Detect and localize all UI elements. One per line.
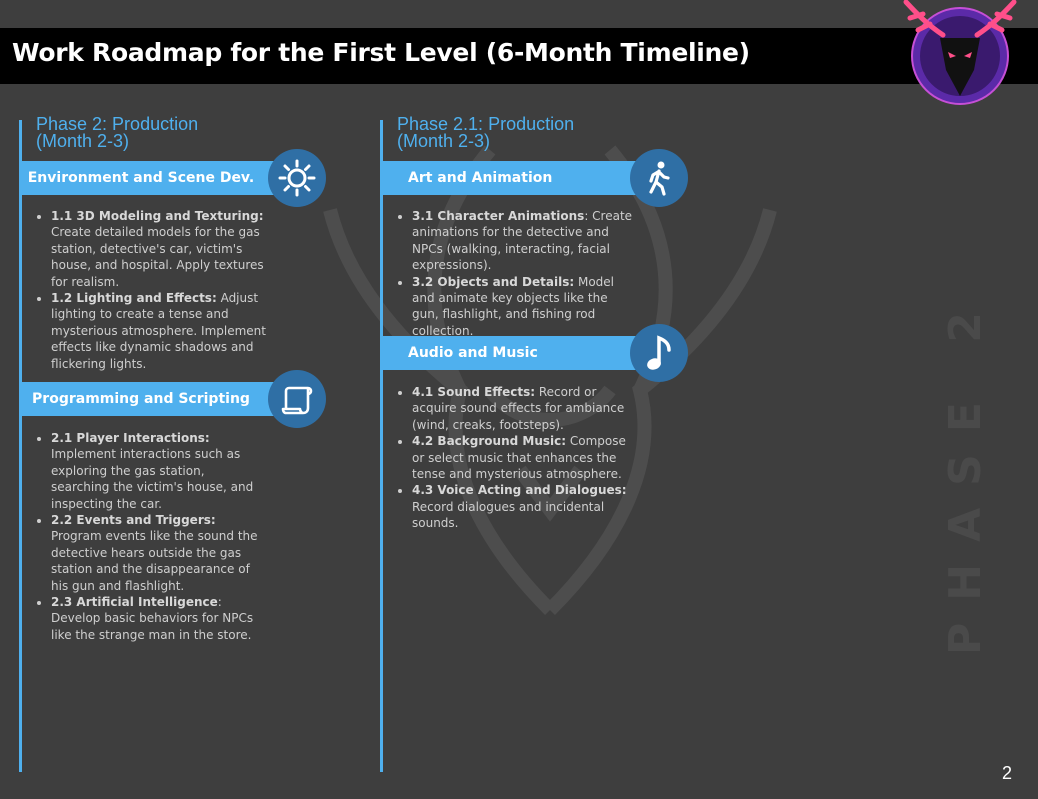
list-item: 2.1 Player Interactions: Implement inter… <box>51 430 266 512</box>
section-label: Environment and Scene Dev. <box>27 170 255 186</box>
page-number: 2 <box>1002 763 1013 783</box>
section-band-programming: Programming and Scripting <box>21 382 301 416</box>
scroll-icon-badge <box>268 370 326 428</box>
svg-text:PHASE 2: PHASE 2 <box>940 290 991 655</box>
programming-list: 2.1 Player Interactions: Implement inter… <box>35 430 266 643</box>
right-timeline-line <box>380 120 383 772</box>
section-band-environment: Environment and Scene Dev. <box>21 161 301 195</box>
top-strip <box>0 0 1038 28</box>
music-note-icon <box>647 335 671 370</box>
right-phase-title: Phase 2.1: Production (Month 2-3) <box>397 115 574 151</box>
page-title: Work Roadmap for the First Level (6-Mont… <box>12 38 750 67</box>
audio-list: 4.1 Sound Effects: Record or acquire sou… <box>396 384 637 532</box>
list-item: 4.2 Background Music: Compose or select … <box>412 433 637 482</box>
walking-person-icon <box>649 161 670 196</box>
list-item: 2.3 Artificial Intelligence: Develop bas… <box>51 594 266 643</box>
section-band-art: Art and Animation <box>382 161 662 195</box>
section-label: Art and Animation <box>408 170 553 186</box>
list-item: 2.2 Events and Triggers: Program events … <box>51 512 266 594</box>
list-item: 4.3 Voice Acting and Dialogues: Record d… <box>412 482 637 531</box>
section-label: Programming and Scripting <box>32 391 250 407</box>
scroll-icon <box>281 386 313 415</box>
section-band-audio: Audio and Music <box>382 336 662 370</box>
list-item: 1.2 Lighting and Effects: Adjust lightin… <box>51 290 266 372</box>
sun-icon-badge <box>268 149 326 207</box>
list-item: 1.1 3D Modeling and Texturing: Create de… <box>51 208 266 290</box>
phase-watermark-text: PHASE 2 <box>940 290 991 655</box>
left-timeline-line <box>19 120 22 772</box>
sun-icon <box>278 159 316 197</box>
left-phase-months: (Month 2-3) <box>36 131 130 151</box>
walking-icon-badge <box>630 149 688 207</box>
environment-list: 1.1 3D Modeling and Texturing: Create de… <box>35 208 266 372</box>
art-list: 3.1 Character Animations: Create animati… <box>396 208 637 339</box>
deer-logo <box>903 0 1017 105</box>
right-phase-months: (Month 2-3) <box>397 131 491 151</box>
list-item: 4.1 Sound Effects: Record or acquire sou… <box>412 384 637 433</box>
list-item: 3.2 Objects and Details: Model and anima… <box>412 274 637 340</box>
section-label: Audio and Music <box>408 345 538 361</box>
left-phase-title: Phase 2: Production (Month 2-3) <box>36 115 198 151</box>
list-item: 3.1 Character Animations: Create animati… <box>412 208 637 274</box>
music-icon-badge <box>630 324 688 382</box>
